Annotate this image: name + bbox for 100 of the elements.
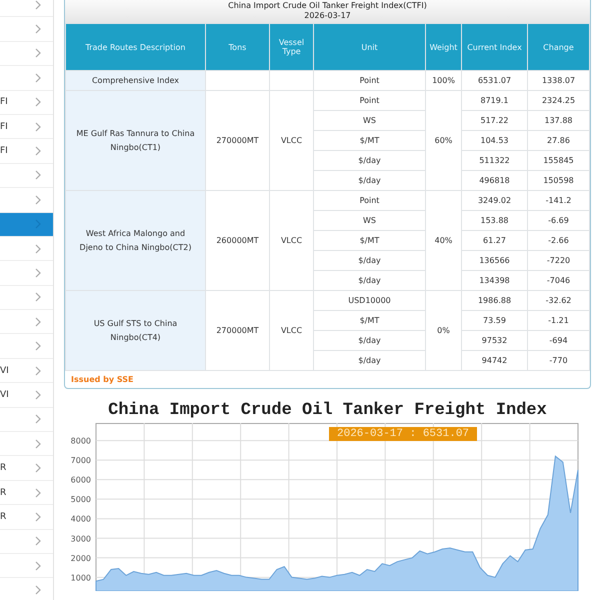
- chevron-icon: [35, 316, 41, 327]
- column-header: Current Index: [462, 24, 528, 70]
- table-cell: 511322: [462, 150, 528, 170]
- chevron-icon: [35, 194, 41, 205]
- table-cell: 517.22: [462, 110, 528, 130]
- column-header: Vessel Type: [270, 24, 314, 70]
- sidebar-item[interactable]: [0, 212, 53, 237]
- chevron-icon: [35, 390, 41, 400]
- chevron-icon: [35, 97, 41, 108]
- sidebar-item[interactable]: FI: [0, 114, 53, 140]
- axis-tick-label: 3000: [70, 534, 91, 544]
- chevron-icon: [35, 0, 41, 10]
- table-cell: -2.66: [528, 230, 590, 250]
- chevron-icon: [35, 585, 41, 596]
- table-cell: 2324.25: [528, 90, 590, 110]
- chevron-icon: [35, 438, 41, 449]
- sidebar-item[interactable]: FI: [0, 139, 53, 164]
- table-title: China Import Crude Oil Tanker Freight Index(CTFI): [227, 1, 428, 11]
- chevron-icon: [35, 463, 41, 474]
- chevron-icon: [35, 488, 41, 498]
- table-cell: 0%: [426, 290, 462, 370]
- table-cell: 136566: [462, 250, 528, 270]
- chevron-icon: [35, 512, 41, 522]
- table-date: 2026-03-17: [303, 11, 352, 21]
- table-cell: 155845: [528, 150, 590, 170]
- table-cell: 8719.1: [462, 90, 528, 110]
- table-cell: 3249.02: [462, 190, 528, 210]
- column-header: Change: [528, 24, 590, 70]
- table-cell: 60%: [426, 90, 462, 190]
- table-cell: 1986.88: [462, 290, 528, 310]
- chevron-icon: [35, 244, 41, 254]
- chevron-icon: [35, 366, 41, 376]
- chevron-icon: [35, 146, 41, 156]
- table-cell: -1.21: [528, 310, 590, 330]
- table-cell: 150598: [528, 170, 590, 190]
- table-cell: 137.88: [528, 110, 590, 130]
- axis-tick-label: 4000: [70, 514, 91, 524]
- chevron-icon: [35, 268, 41, 278]
- table-cell: 6531.07: [462, 70, 528, 90]
- column-header: Tons: [206, 24, 270, 70]
- axis-tick-label: 7000: [70, 456, 91, 466]
- table-cell: 104.53: [462, 130, 528, 150]
- table-cell: 270000MT: [206, 290, 270, 370]
- table-cell: -7220: [528, 250, 590, 270]
- table-cell: 61.27: [462, 230, 528, 250]
- chevron-icon: [35, 72, 41, 83]
- axis-tick-label: 2000: [70, 554, 91, 563]
- table-cell: -6.69: [528, 210, 590, 230]
- axis-tick-label: 1000: [70, 573, 91, 582]
- table-cell: 496818: [462, 170, 528, 190]
- chevron-icon: [35, 414, 41, 424]
- sidebar-item[interactable]: FI: [0, 90, 53, 115]
- sidebar-item[interactable]: VI: [0, 383, 53, 408]
- table-cell: -7046: [528, 270, 590, 290]
- axis-tick-label: 6000: [70, 476, 91, 485]
- table-cell: 270000MT: [206, 90, 270, 190]
- table-cell: 134398: [462, 270, 528, 290]
- chevron-icon: [35, 122, 41, 132]
- sidebar-item[interactable]: R: [0, 480, 53, 506]
- table-cell: 73.59: [462, 310, 528, 330]
- table-cell: -141.2: [528, 190, 590, 210]
- chevron-icon: [35, 341, 41, 352]
- chevron-icon: [35, 24, 41, 34]
- table-cell: US Gulf STS to China Ningbo(CT4): [66, 290, 206, 370]
- table-cell: VLCC: [270, 90, 314, 190]
- table-cell: -32.62: [528, 290, 590, 310]
- table-cell: 40%: [426, 190, 462, 290]
- chevron-icon: [35, 560, 41, 571]
- table-cell: ME Gulf Ras Tannura to China Ningbo(CT1): [66, 90, 206, 190]
- sidebar-item[interactable]: R: [0, 505, 53, 530]
- tooltip-label: 2026-03-17 : 6531.07: [329, 427, 478, 441]
- table-cell: 153.88: [462, 210, 528, 230]
- table-cell: 27.86: [528, 130, 590, 150]
- table-cell: 97532: [462, 330, 528, 350]
- chevron-icon: [35, 292, 41, 302]
- column-header: Trade Routes Description: [66, 24, 206, 70]
- table-cell: Point: [314, 70, 426, 90]
- sidebar-item[interactable]: VI: [0, 358, 53, 384]
- table-cell: West Africa Malongo and Djeno to China Ningbo(CT2): [66, 190, 206, 290]
- table-cell: Point: [314, 90, 426, 110]
- axis-tick-label: 5000: [70, 495, 91, 504]
- table-cell: 1338.07: [528, 70, 590, 90]
- column-header: Unit: [314, 24, 426, 70]
- table-cell: -694: [528, 330, 590, 350]
- table-cell: 100%: [426, 70, 462, 90]
- table-cell: USD10000: [314, 290, 426, 310]
- table-cell: Comprehensive Index: [66, 70, 206, 90]
- table-cell: 94742: [462, 350, 528, 370]
- chart-title: China Import Crude Oil Tanker Freight Index: [107, 401, 548, 422]
- column-header: Weight: [426, 24, 462, 70]
- chevron-icon: [35, 48, 41, 58]
- sidebar-item[interactable]: R: [0, 456, 53, 481]
- chevron-icon: [35, 170, 41, 180]
- chevron-icon: [35, 536, 41, 546]
- axis-tick-label: 8000: [70, 436, 91, 446]
- table-cell: VLCC: [270, 290, 314, 370]
- table-cell: 260000MT: [206, 190, 270, 290]
- table-cell: -770: [528, 350, 590, 370]
- table-cell: VLCC: [270, 190, 314, 290]
- issuer-note: Issued by SSE: [71, 375, 134, 384]
